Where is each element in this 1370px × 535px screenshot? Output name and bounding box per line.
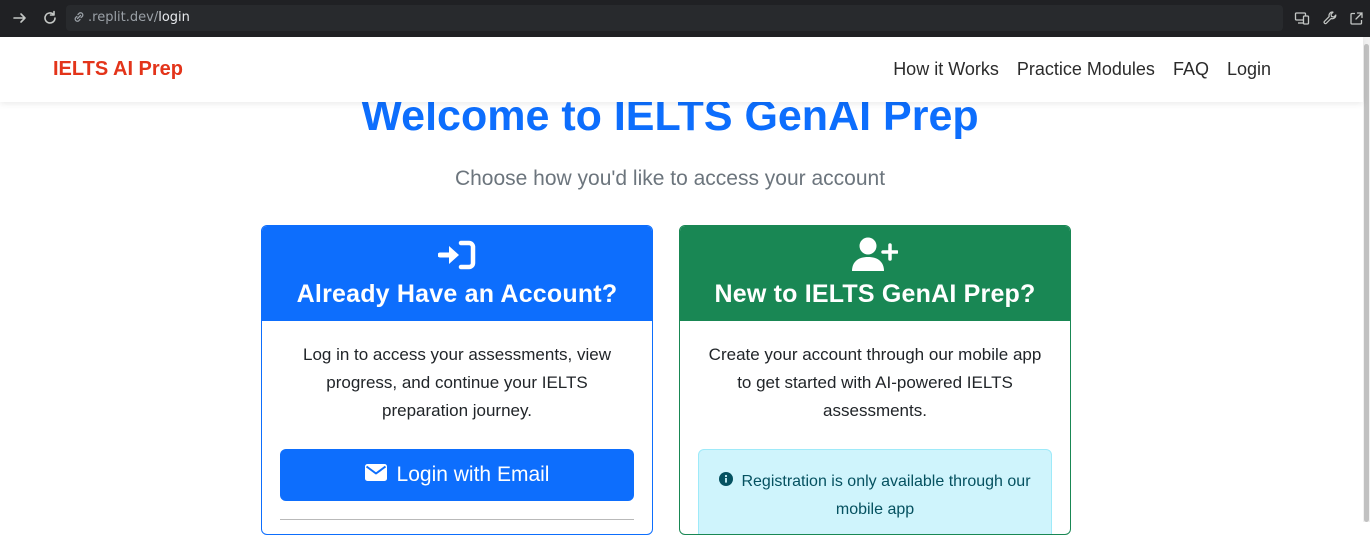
reload-icon[interactable]	[38, 6, 62, 30]
registration-info-alert: Registration is only available through o…	[698, 449, 1052, 534]
open-external-icon[interactable]	[1346, 8, 1366, 28]
nav-link-practice-modules[interactable]: Practice Modules	[1017, 59, 1155, 80]
nav-links: How it Works Practice Modules FAQ Login	[893, 59, 1271, 80]
register-card-header: New to IELTS GenAI Prep?	[680, 226, 1070, 321]
login-card-title: Already Have an Account?	[296, 280, 618, 308]
link-icon	[72, 10, 86, 29]
info-circle-icon	[719, 468, 734, 496]
sign-in-icon	[438, 238, 476, 272]
address-bar[interactable]: .replit.dev/login	[66, 5, 1283, 31]
register-card: New to IELTS GenAI Prep? Create your acc…	[679, 225, 1071, 535]
divider	[280, 519, 634, 520]
nav-link-how-it-works[interactable]: How it Works	[893, 59, 999, 80]
login-with-email-button[interactable]: Login with Email	[280, 449, 634, 501]
page-subtitle: Choose how you'd like to access your acc…	[454, 167, 886, 190]
register-card-text: Create your account through our mobile a…	[708, 345, 1042, 420]
brand-logo[interactable]: IELTS AI Prep	[53, 58, 183, 81]
scrollbar-thumb[interactable]	[1364, 44, 1369, 522]
login-with-email-label: Login with Email	[396, 463, 550, 486]
registration-info-text: Registration is only available through o…	[741, 473, 1031, 519]
login-card-header: Already Have an Account?	[262, 226, 652, 321]
browser-toolbar: .replit.dev/login	[0, 0, 1370, 37]
url-path: login	[158, 10, 190, 25]
envelope-icon	[364, 463, 387, 487]
devices-icon[interactable]	[1292, 8, 1312, 28]
register-card-title: New to IELTS GenAI Prep?	[714, 280, 1036, 308]
url-text: .replit.dev/login	[88, 10, 190, 25]
nav-link-faq[interactable]: FAQ	[1173, 59, 1209, 80]
login-card: Already Have an Account? Log in to acces…	[261, 225, 653, 535]
forward-icon[interactable]	[8, 6, 32, 30]
url-domain: .replit.dev/	[88, 10, 159, 25]
login-card-text: Log in to access your assessments, view …	[302, 345, 612, 420]
wrench-icon[interactable]	[1320, 8, 1340, 28]
user-plus-icon	[852, 237, 898, 272]
site-navbar: IELTS AI Prep How it Works Practice Modu…	[0, 37, 1363, 102]
nav-link-login[interactable]: Login	[1227, 59, 1271, 80]
